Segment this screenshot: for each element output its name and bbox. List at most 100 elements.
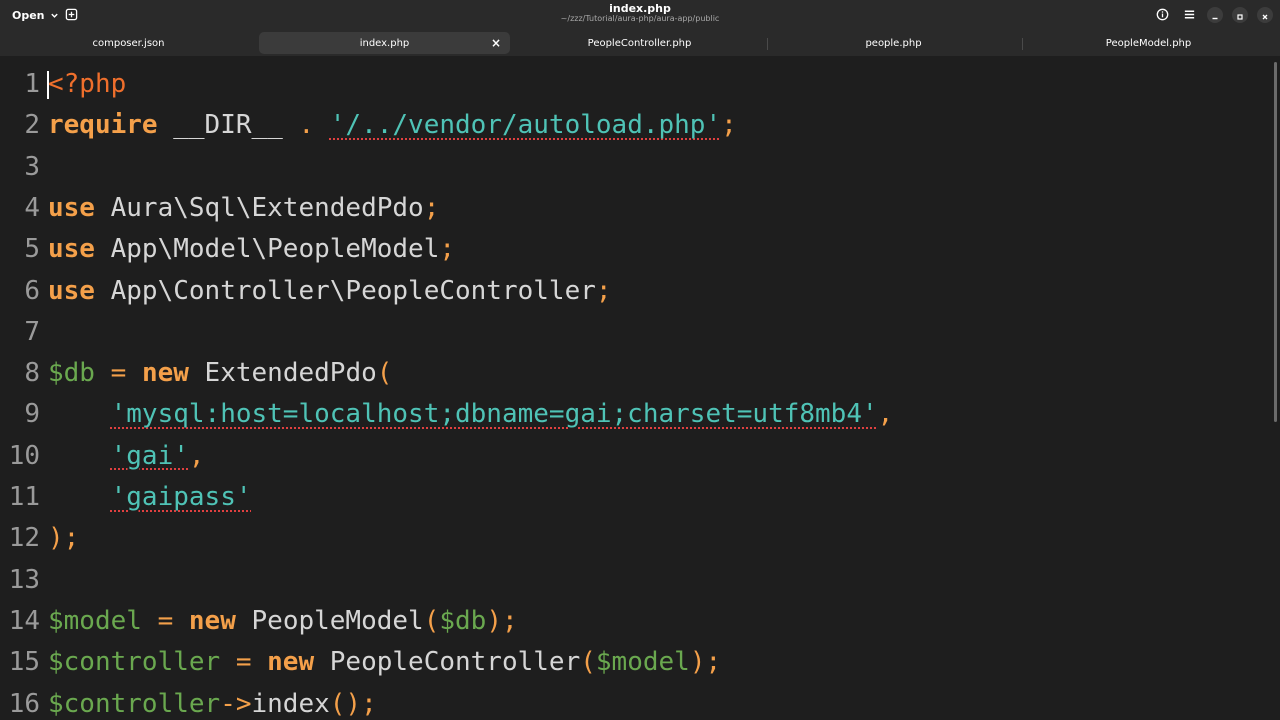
code-token: $model <box>595 647 690 678</box>
info-icon <box>1156 6 1169 25</box>
code-line[interactable]: 1 <?php <box>0 64 1270 105</box>
code-token: use <box>48 234 95 265</box>
minimize-button[interactable] <box>1207 7 1223 23</box>
new-document-button[interactable] <box>61 5 81 25</box>
code-token: ; <box>439 234 455 265</box>
code-line[interactable]: 5 use App\Model\PeopleModel; <box>0 229 1270 270</box>
line-number: 2 <box>24 110 40 141</box>
code-text: require __DIR__ . '/../vendor/autoload.p… <box>48 105 737 146</box>
code-line[interactable]: 8 $db = new ExtendedPdo( <box>0 353 1270 394</box>
code-text: $db = new ExtendedPdo( <box>48 353 392 394</box>
code-token: 'gai' <box>110 440 189 471</box>
open-button-label: Open <box>12 8 45 22</box>
code-token: ( <box>376 358 393 389</box>
line-number: 13 <box>8 564 40 595</box>
minimize-icon <box>1211 6 1219 25</box>
code-token: ; <box>595 275 612 306</box>
code-token: ; <box>721 110 737 141</box>
code-line[interactable]: 3 <box>0 147 1270 188</box>
code-token: use <box>48 275 95 306</box>
tab-label: composer.json <box>92 37 165 49</box>
tab-close-button[interactable]: × <box>488 35 504 51</box>
code-token: = <box>110 358 127 389</box>
line-number: 6 <box>24 275 40 306</box>
tab-label: PeopleController.php <box>587 37 692 49</box>
close-window-button[interactable] <box>1257 7 1273 23</box>
code-token: PeopleController <box>314 647 581 678</box>
document-info-button[interactable] <box>1153 6 1171 24</box>
line-number: 10 <box>8 440 40 471</box>
code-token: (); <box>329 688 377 719</box>
code-line[interactable]: 14 $model = new PeopleModel($db); <box>0 601 1270 642</box>
tab-people-php[interactable]: people.php <box>768 32 1019 54</box>
code-line[interactable]: 9 'mysql:host=localhost;dbname=gai;chars… <box>0 394 1270 435</box>
code-token: '/../vendor/autoload.php' <box>329 110 722 141</box>
tab-label: PeopleModel.php <box>1105 37 1192 49</box>
code-line[interactable]: 11 'gaipass' <box>0 477 1270 518</box>
code-line[interactable]: 2 require __DIR__ . '/../vendor/autoload.… <box>0 105 1270 146</box>
line-number: 9 <box>24 399 40 430</box>
code-line[interactable]: 10 'gai', <box>0 436 1270 477</box>
line-number: 4 <box>24 192 40 223</box>
line-number: 1 <box>24 69 40 99</box>
code-token: use <box>48 192 95 223</box>
new-tab-icon <box>65 6 78 25</box>
code-token: <?php <box>48 69 127 99</box>
code-token: ); <box>48 523 80 554</box>
code-token: ; <box>423 192 440 223</box>
close-icon <box>1261 6 1269 25</box>
code-token: $model <box>48 605 142 636</box>
code-token: ); <box>689 647 722 678</box>
code-token: require <box>48 110 158 141</box>
code-line[interactable]: 6 use App\Controller\PeopleController; <box>0 271 1270 312</box>
line-number: 5 <box>24 234 40 265</box>
tab-label: people.php <box>865 37 922 49</box>
code-token: ( <box>423 605 440 636</box>
code-token: new <box>267 647 315 678</box>
code-text: 'gai', <box>48 436 205 477</box>
tab-peoplemodel-php[interactable]: PeopleModel.php <box>1023 32 1274 54</box>
tab-composer-json[interactable]: composer.json <box>3 32 254 54</box>
code-token: PeopleModel <box>235 605 424 636</box>
code-line[interactable]: 4 use Aura\Sql\ExtendedPdo; <box>0 188 1270 229</box>
line-number: 3 <box>24 151 40 182</box>
code-token: Aura\Sql\ExtendedPdo <box>94 192 424 223</box>
maximize-button[interactable] <box>1232 7 1248 23</box>
code-token: $controller <box>48 688 221 719</box>
line-number: 7 <box>24 316 40 347</box>
code-token: $db <box>48 358 95 389</box>
code-editor[interactable]: 1 <?php 2 require __DIR__ . '/../vendor/aut… <box>0 56 1280 720</box>
main-menu-button[interactable] <box>1180 6 1198 24</box>
code-line[interactable]: 15 $controller = new PeopleController($mo… <box>0 642 1270 683</box>
tab-index-php[interactable]: index.php × <box>259 32 510 54</box>
code-text: 'mysql:host=localhost;dbname=gai;charset… <box>48 394 894 435</box>
vertical-scrollbar[interactable] <box>1274 62 1277 422</box>
code-line[interactable]: 16 $controller->index(); <box>0 684 1270 720</box>
line-number: 16 <box>8 688 40 719</box>
code-token: $controller <box>48 647 221 678</box>
code-line[interactable]: 13 <box>0 560 1270 601</box>
code-token: -> <box>220 688 252 719</box>
code-token: . <box>298 110 315 141</box>
tab-label: index.php <box>359 37 410 49</box>
line-number: 15 <box>8 647 40 678</box>
code-line[interactable]: 7 <box>0 312 1270 353</box>
code-line[interactable]: 12); <box>0 518 1270 559</box>
close-icon: × <box>490 36 502 50</box>
code-token: ( <box>580 647 596 678</box>
open-button[interactable]: Open <box>6 4 65 26</box>
line-number: 11 <box>8 482 40 512</box>
code-token: new <box>141 358 189 389</box>
code-text: <?php <box>48 64 126 105</box>
line-number: 12 <box>8 523 40 554</box>
tab-peoplecontroller-php[interactable]: PeopleController.php <box>514 32 765 54</box>
code-text: 'gaipass' <box>48 477 252 518</box>
